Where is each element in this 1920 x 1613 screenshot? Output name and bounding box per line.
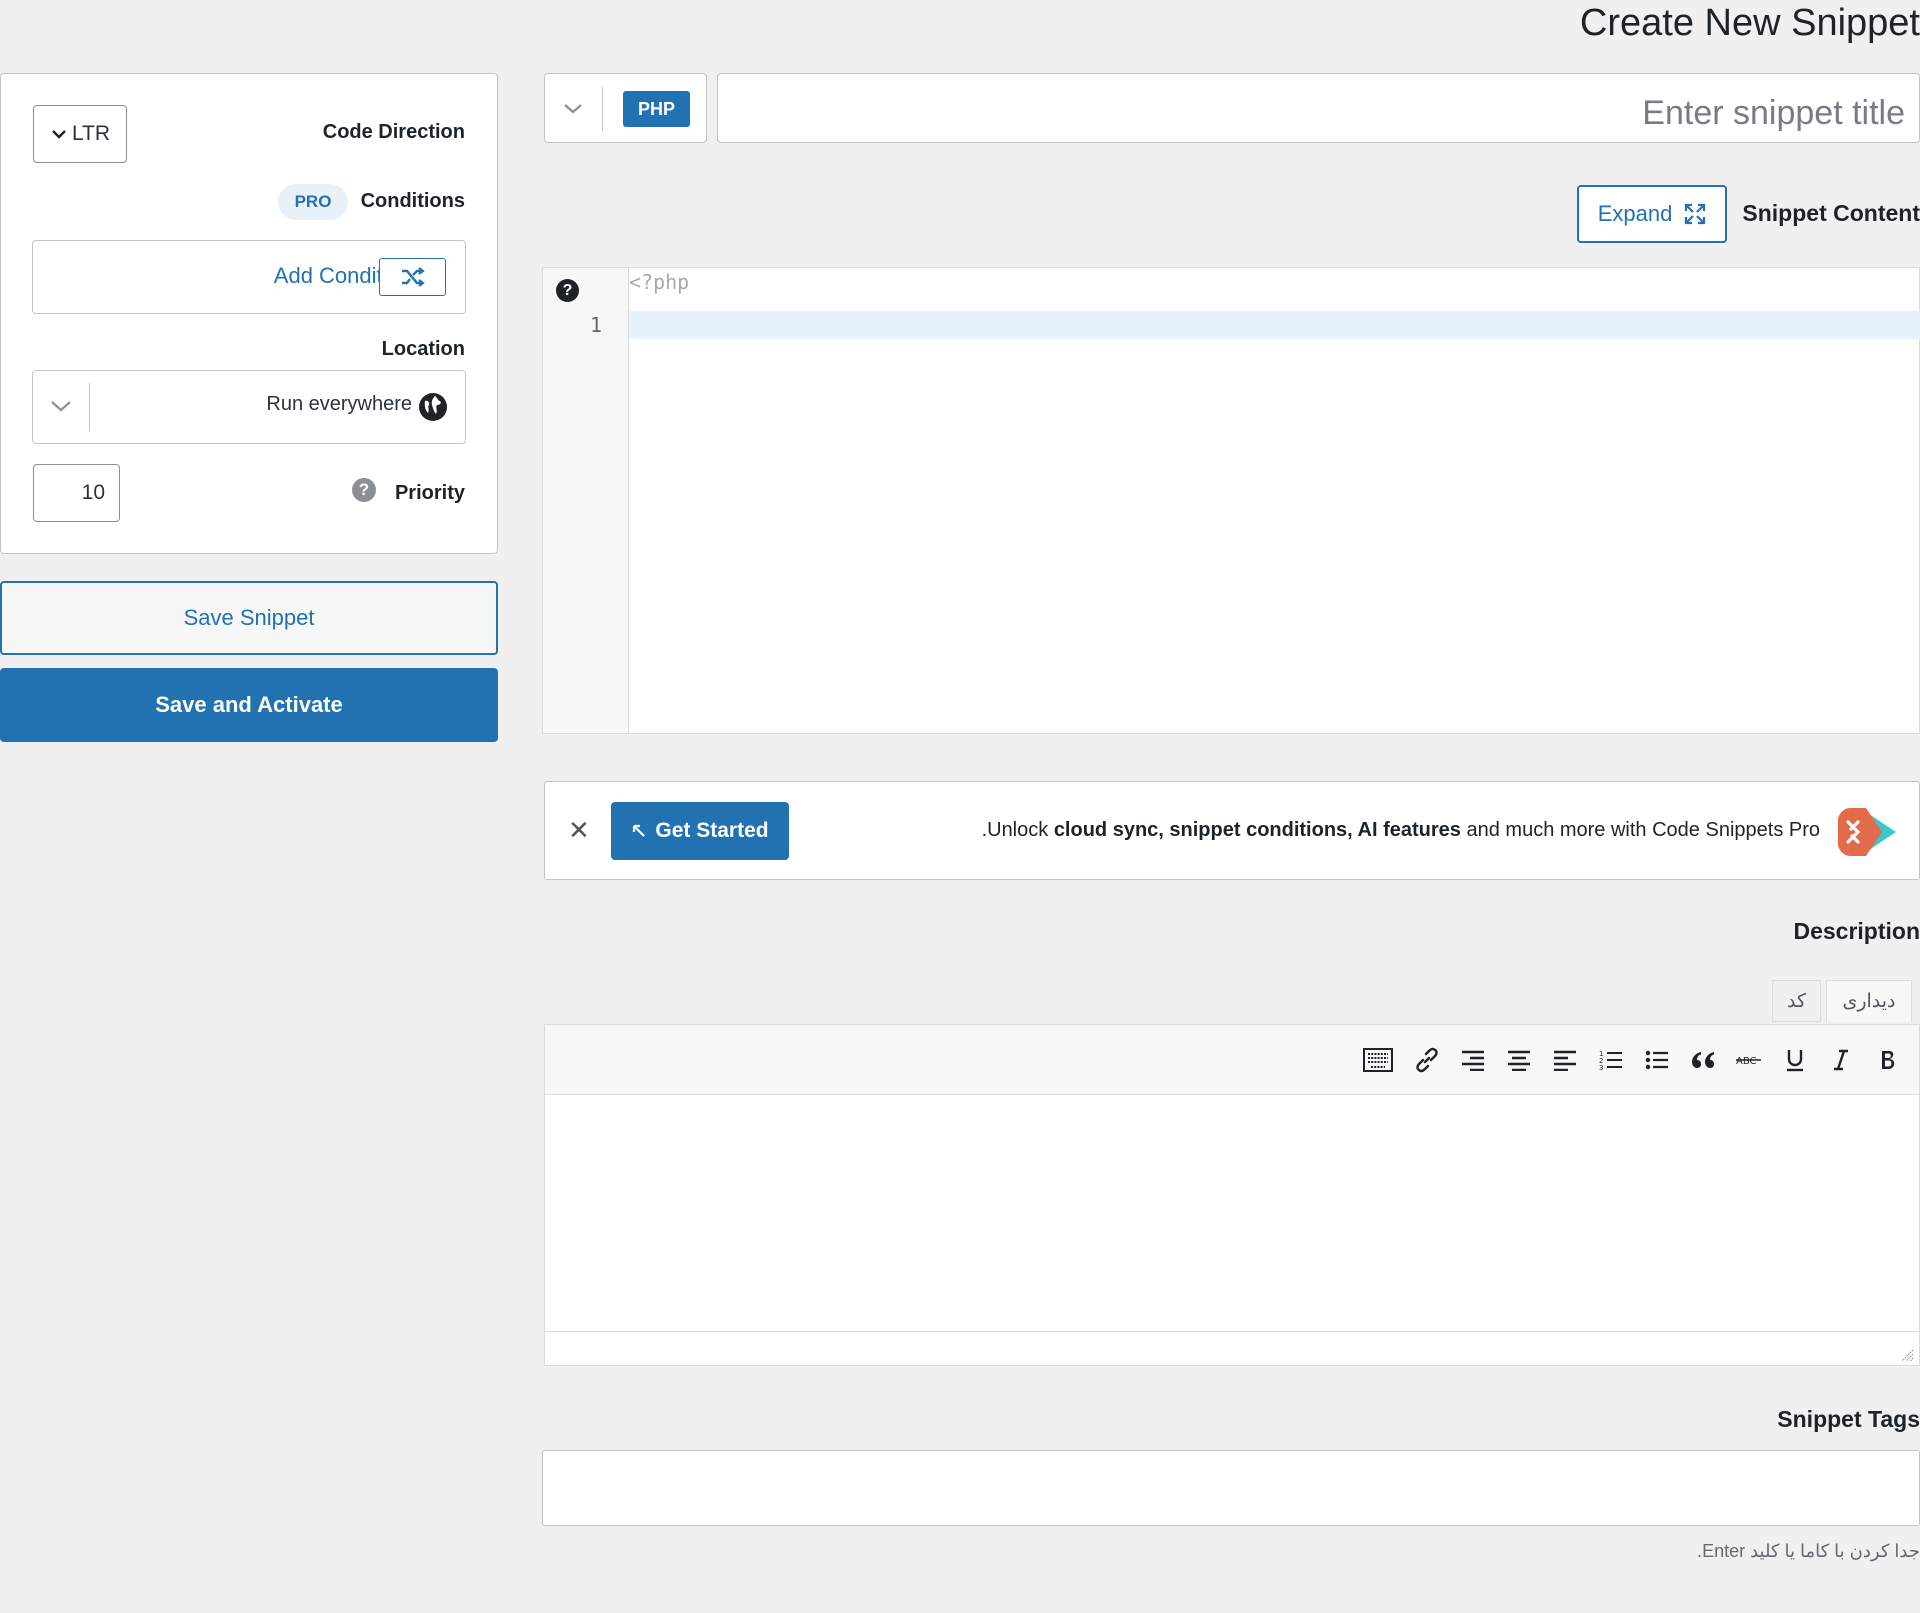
language-badge: PHP (623, 91, 690, 127)
align-center-icon[interactable] (1503, 1044, 1535, 1076)
link-icon[interactable] (1411, 1044, 1443, 1076)
code-snippets-logo-icon (1838, 808, 1896, 856)
align-left-icon[interactable] (1549, 1044, 1581, 1076)
active-line (629, 311, 1920, 339)
conditions-label: Conditions (360, 190, 465, 212)
blockquote-icon[interactable] (1687, 1044, 1719, 1076)
chevron-down-icon (564, 104, 582, 114)
chevron-down-icon (52, 130, 66, 139)
get-started-label: Get Started (655, 819, 769, 842)
chevron-down-icon (51, 401, 71, 412)
promo-text: .Unlock cloud sync, snippet conditions, … (982, 819, 1820, 842)
italic-icon[interactable] (1825, 1044, 1857, 1076)
tags-help-text: جدا کردن با کاما یا کلید Enter. (1697, 1541, 1920, 1561)
promo-text-highlight: cloud sync, snippet conditions, AI featu… (1053, 819, 1461, 841)
keyboard-icon[interactable] (1361, 1044, 1395, 1076)
priority-input[interactable]: 10 (33, 464, 120, 522)
tab-code[interactable]: کد (1772, 980, 1821, 1022)
help-icon[interactable]: ? (352, 478, 376, 502)
close-icon[interactable]: ✕ (568, 816, 590, 844)
save-snippet-button[interactable]: Save Snippet (0, 581, 498, 655)
arrow-up-left-icon (633, 824, 646, 837)
line-number: 1 (590, 313, 603, 337)
promo-text-prefix: .Unlock (981, 819, 1054, 841)
add-conditions-button[interactable] (379, 258, 446, 296)
strikethrough-icon[interactable]: ABC (1733, 1044, 1765, 1076)
code-gutter (543, 268, 629, 733)
snippet-title-input[interactable] (717, 73, 1920, 143)
snippet-tags-input[interactable] (542, 1450, 1920, 1526)
globe-icon (419, 393, 447, 421)
php-opening-tag: <?php (629, 270, 690, 294)
numbered-list-icon[interactable]: 123 (1595, 1044, 1627, 1076)
save-and-activate-button[interactable]: Save and Activate (0, 668, 498, 742)
expand-button[interactable]: Expand (1577, 185, 1727, 243)
priority-label: Priority (394, 482, 465, 504)
code-direction-value: LTR (71, 122, 111, 145)
help-icon[interactable]: ? (556, 279, 579, 302)
promo-text-suffix: and much more with Code Snippets Pro (1460, 819, 1820, 841)
page-title: Create New Snippet (1579, 2, 1920, 44)
svg-text:ABC: ABC (1736, 1056, 1757, 1067)
underline-icon[interactable] (1779, 1044, 1811, 1076)
code-direction-label: Code Direction (322, 121, 465, 143)
expand-icon (1685, 203, 1706, 225)
resize-handle-icon[interactable] (1898, 1346, 1914, 1362)
bold-icon[interactable] (1872, 1044, 1904, 1076)
shuffle-icon (401, 267, 425, 287)
location-value: Run everywhere (266, 393, 412, 415)
tab-visual[interactable]: دیداری (1826, 980, 1912, 1022)
code-direction-select[interactable]: LTR (33, 105, 127, 163)
location-label: Location (381, 338, 465, 360)
language-divider (602, 87, 603, 131)
svg-text:3: 3 (1599, 1064, 1603, 1072)
get-started-button[interactable]: Get Started (611, 802, 789, 860)
bulleted-list-icon[interactable] (1641, 1044, 1673, 1076)
align-right-icon[interactable] (1457, 1044, 1489, 1076)
description-label: Description (1793, 918, 1920, 944)
location-divider (89, 383, 90, 431)
expand-label: Expand (1597, 201, 1673, 226)
snippet-content-label: Snippet Content (1742, 200, 1920, 226)
editor-status-bar (545, 1331, 1919, 1365)
pro-badge: PRO (278, 184, 348, 220)
snippet-tags-label: Snippet Tags (1777, 1406, 1920, 1432)
